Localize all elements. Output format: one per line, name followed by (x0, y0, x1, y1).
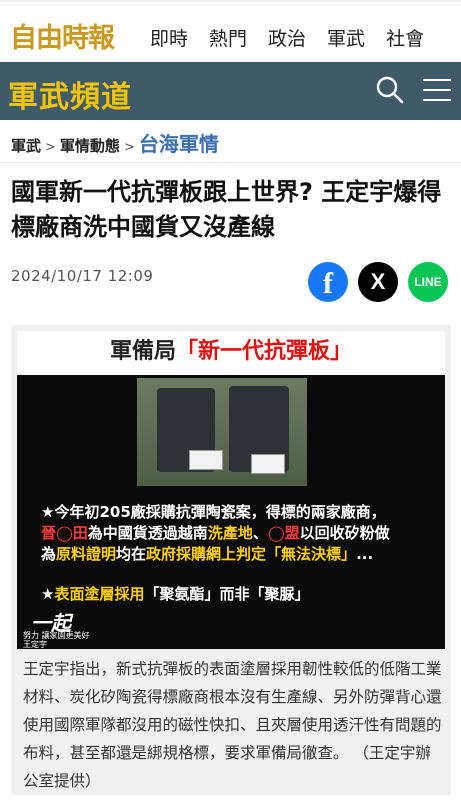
channel-title[interactable]: 軍武頻道 (8, 72, 132, 116)
plate-label (189, 450, 223, 470)
top-navigation: 自由時報 即時 熱門 政治 軍武 社會 (0, 0, 461, 62)
image-header-highlight: 「新一代抗彈板」 (176, 339, 353, 364)
campaign-stamp: 一起 努力 讓家園更美好 王定宇 (23, 607, 91, 649)
image-body: ★今年初205廠採購抗彈陶瓷案，得標的兩家廠商， 晉◯田為中國貨透過越南洗產地、… (17, 375, 445, 649)
channel-bar: 軍武頻道 (0, 62, 461, 120)
image-text-white: 均在 (116, 545, 147, 563)
image-text-block: ★今年初205廠採購抗彈陶瓷案，得標的兩家廠商， 晉◯田為中國貨透過越南洗產地、… (41, 502, 433, 565)
line-share-button[interactable]: LINE (408, 262, 448, 302)
main-nav: 即時 熱門 政治 軍武 社會 (150, 24, 424, 51)
site-logo[interactable]: 自由時報 (10, 16, 115, 55)
image-caption: 王定宇指出，新式抗彈板的表面塗層採用韌性較低的低階工業材料、炭化矽陶瓷得標廠商根… (23, 660, 442, 790)
plate-label (251, 454, 285, 474)
line-icon: LINE (414, 275, 442, 289)
divider (0, 162, 461, 163)
image-text-white: ... (356, 545, 374, 563)
breadcrumb-current[interactable]: 台海軍情 (139, 128, 219, 157)
breadcrumb-military[interactable]: 軍武 (11, 135, 41, 156)
image-text-white: 為中國貨透過越南 (87, 524, 208, 542)
nav-item-military[interactable]: 軍武 (327, 24, 365, 51)
image-text-white: 「聚氨酯」而非「聚脲」 (144, 585, 310, 603)
breadcrumb-news[interactable]: 軍情動態 (60, 135, 120, 156)
facebook-share-button[interactable]: f (308, 262, 348, 302)
image-text-yellow: 政府採購網上判定「無法決標」 (146, 545, 357, 563)
x-share-button[interactable]: X (358, 262, 398, 302)
breadcrumb-separator: > (45, 140, 56, 155)
image-text-white: 、 (252, 524, 268, 542)
x-icon: X (370, 269, 386, 294)
image-text-red: ◯盟 (267, 524, 300, 542)
image-text-yellow: 洗產地 (207, 524, 253, 542)
nav-item-popular[interactable]: 熱門 (209, 24, 247, 51)
image-text-yellow: 表面塗層採用 (54, 585, 145, 603)
breadcrumb: 軍武 > 軍情動態 > 台海軍情 (11, 128, 219, 157)
image-text-line: ★表面塗層採用「聚氨酯」而非「聚脲」 (41, 583, 309, 604)
hamburger-menu-icon[interactable] (423, 79, 451, 103)
article-title: 國軍新一代抗彈板跟上世界? 王定宇爆得標廠商洗中國貨又沒產線 (11, 178, 442, 241)
nav-item-politics[interactable]: 政治 (268, 24, 306, 51)
image-text-line: ★今年初205廠採購抗彈陶瓷案，得標的兩家廠商， (41, 503, 386, 521)
image-text-red: 晉◯田 (41, 524, 88, 542)
nav-item-society[interactable]: 社會 (386, 24, 424, 51)
article-image-card: 軍備局「新一代抗彈板」 ★今年初205廠採購抗彈陶瓷案，得標的兩家廠商， 晉◯田… (11, 325, 451, 795)
article-image[interactable]: 軍備局「新一代抗彈板」 ★今年初205廠採購抗彈陶瓷案，得標的兩家廠商， 晉◯田… (17, 331, 445, 649)
image-header-label: 軍備局 (109, 339, 176, 364)
facebook-icon: f (323, 267, 333, 300)
search-icon[interactable] (376, 76, 404, 104)
image-text-white: ★ (41, 585, 55, 603)
image-text-line: 晉◯田為中國貨透過越南洗產地、◯盟以回收矽粉做 (41, 523, 433, 544)
nav-item-instant[interactable]: 即時 (150, 24, 188, 51)
image-text-white: 為 (41, 545, 57, 563)
image-header: 軍備局「新一代抗彈板」 (17, 331, 445, 373)
image-text-white: 以回收矽粉做 (299, 524, 390, 542)
armor-plates-photo (137, 378, 307, 486)
stamp-small-text: 努力 讓家園更美好 王定宇 (23, 631, 90, 649)
image-text-yellow: 原料證明 (56, 545, 117, 563)
article-date: 2024/10/17 12:09 (11, 267, 154, 285)
breadcrumb-separator: > (123, 140, 135, 155)
image-text-line: 為原料證明均在政府採購網上判定「無法決標」... (41, 544, 433, 565)
